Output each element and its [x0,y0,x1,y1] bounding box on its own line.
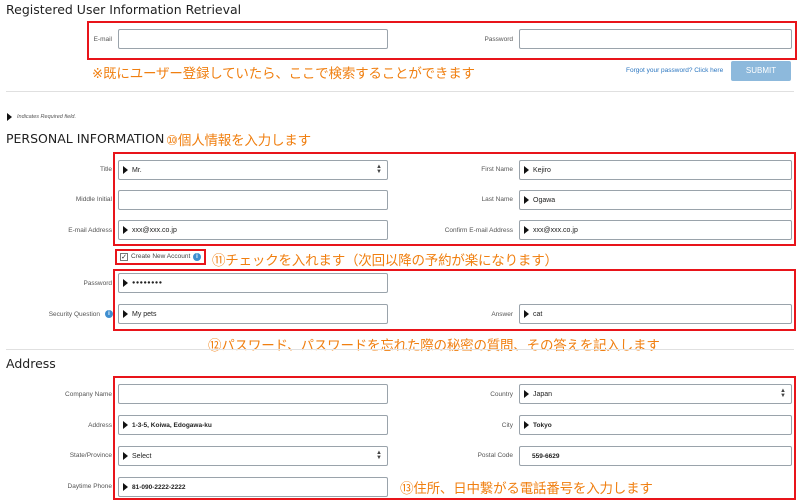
divider [6,91,794,92]
password-label: Password [83,280,112,287]
select-arrows-icon: ▲ ▼ [376,164,382,175]
password-annotation: ⑫パスワード、パスワードを忘れた際の秘密の質問、その答えを記入します [208,338,660,354]
personal-info-title: PERSONAL INFORMATION [6,131,165,146]
confirm-email-label: Confirm E-mail Address [444,227,513,234]
last-name-label: Last Name [481,196,513,203]
retrieval-email-input[interactable] [118,29,388,49]
email-label: E-mail Address [68,227,112,234]
email-input[interactable]: xxx@xxx.co.jp [118,220,388,240]
address-annotation: ⑬住所、日中繋がる電話番号を入力します [400,481,653,497]
divider [6,349,794,350]
password-input[interactable]: ●●●●●●●● [118,273,388,293]
first-name-label: First Name [481,166,513,173]
title-select[interactable]: Mr. ▲ ▼ [118,160,388,180]
required-marker-icon [123,421,128,429]
required-marker-icon [7,113,12,121]
answer-input[interactable]: cat [519,304,792,324]
address-input[interactable]: 1-3-5, Koiwa, Edogawa-ku [118,415,388,435]
phone-label: Daytime Phone [67,483,112,490]
required-marker-icon [524,421,529,429]
state-select[interactable]: Select ▲ ▼ [118,446,388,466]
required-marker-icon [524,390,529,398]
last-name-input[interactable]: Ogawa [519,190,792,210]
company-input[interactable] [118,384,388,404]
security-question-input[interactable]: My pets [118,304,388,324]
retrieval-password-label: Password [484,36,513,43]
state-label: State/Province [69,452,112,459]
submit-button[interactable]: SUBMIT [731,61,791,81]
country-select[interactable]: Japan ▲ ▼ [519,384,792,404]
middle-initial-label: Middle Initial [75,196,112,203]
create-account-checkbox[interactable]: ✓ [120,253,128,261]
required-marker-icon [123,226,128,234]
required-marker-icon [524,166,529,174]
create-account-annotation: ⑪チェックを入れます（次回以降の予約が楽になります） [212,253,558,269]
middle-initial-input[interactable] [118,190,388,210]
confirm-email-input[interactable]: xxx@xxx.co.jp [519,220,792,240]
retrieval-annotation: ※既にユーザー登録していたら、ここで検索することができます [92,66,475,82]
personal-annotation: ⑩個人情報を入力します [166,133,311,149]
retrieval-title: Registered User Information Retrieval [6,2,242,17]
retrieval-password-input[interactable] [519,29,792,49]
select-arrows-icon: ▲ ▼ [780,388,786,399]
phone-input[interactable]: 81-090-2222-2222 [118,477,388,497]
city-input[interactable]: Tokyo [519,415,792,435]
title-label: Title [99,166,112,173]
company-label: Company Name [65,391,112,398]
info-icon[interactable]: i [105,310,113,318]
address-label: Address [88,422,112,429]
answer-label: Answer [491,311,513,318]
select-arrows-icon: ▲ ▼ [376,450,382,461]
required-marker-icon [123,310,128,318]
postal-code-label: Postal Code [477,452,513,459]
address-title: Address [6,356,56,371]
required-marker-icon [123,483,128,491]
required-note: Indicates Required field. [17,114,77,120]
required-marker-icon [123,452,128,460]
country-label: Country [490,391,513,398]
retrieval-email-label: E-mail [93,36,112,43]
postal-code-input[interactable]: 559-6629 [519,446,792,466]
create-account-label: Create New Account [131,253,191,260]
forgot-password-link[interactable]: Forgot your password? Click here [626,67,723,74]
required-marker-icon [524,196,529,204]
required-marker-icon [524,226,529,234]
required-marker-icon [123,279,128,287]
info-icon[interactable]: i [193,253,201,261]
required-marker-icon [123,166,128,174]
security-question-label: Security Question [48,311,100,318]
city-label: City [501,422,513,429]
first-name-input[interactable]: Kejiro [519,160,792,180]
required-marker-icon [524,310,529,318]
